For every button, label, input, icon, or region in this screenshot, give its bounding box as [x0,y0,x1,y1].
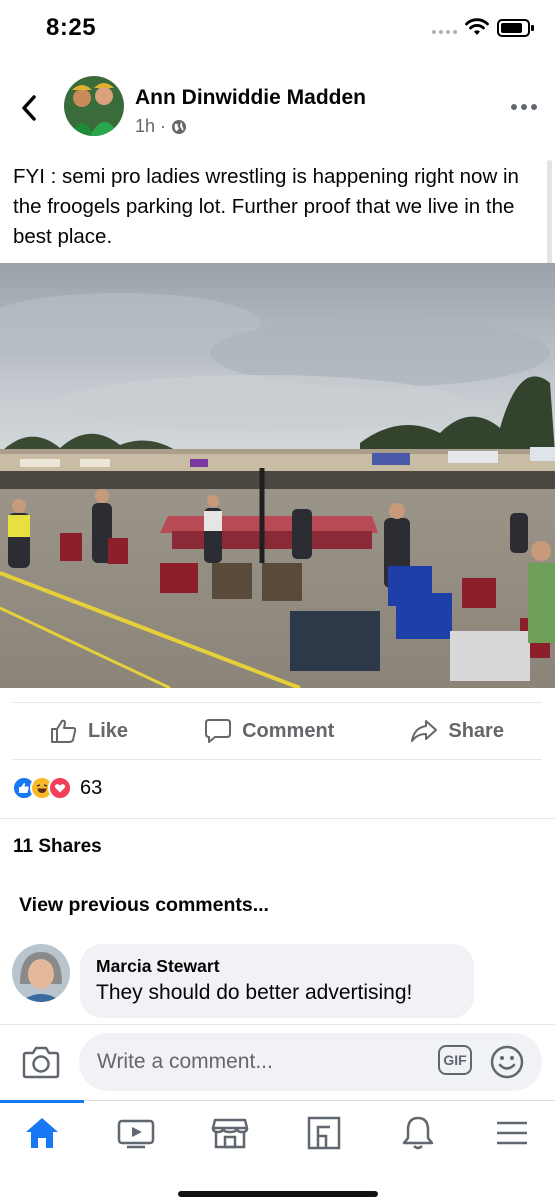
meta-separator: · [160,116,167,136]
comment-icon [205,719,232,743]
bottom-tab-bar [0,1100,555,1164]
more-options-icon[interactable] [511,104,537,110]
back-chevron-icon[interactable] [18,94,40,122]
author-avatar[interactable] [64,76,124,136]
wifi-icon [465,18,489,35]
author-name[interactable]: Ann Dinwiddie Madden [135,86,366,110]
battery-icon [497,19,534,37]
tab-watch[interactable] [116,1113,156,1153]
comment-input[interactable]: Write a comment... [79,1033,542,1091]
share-arrow-icon [411,720,438,742]
home-indicator[interactable] [178,1191,378,1197]
camera-icon[interactable] [22,1045,60,1079]
pages-icon [307,1116,341,1150]
post-text: FYI : semi pro ladies wrestling is happe… [13,165,519,248]
gif-icon[interactable]: GIF [438,1045,472,1075]
active-tab-indicator [0,1100,84,1103]
status-time: 8:25 [46,14,97,41]
emoji-icon[interactable] [490,1045,524,1079]
comment-label: Comment [242,719,335,742]
reaction-count: 63 [80,776,103,799]
scrollbar[interactable] [547,160,552,270]
tab-notifications[interactable] [398,1113,438,1153]
comment-text: They should do better advertising! [96,981,413,1004]
shares-count[interactable]: 11 Shares [13,836,102,858]
divider [0,818,555,819]
share-label: Share [448,719,504,742]
tab-marketplace[interactable] [210,1113,250,1153]
post-time[interactable]: 1h [135,116,155,137]
share-button[interactable]: Share [410,718,504,744]
reactions-summary[interactable]: 63 [12,776,102,800]
comment-item: Marcia Stewart They should do better adv… [12,944,542,1018]
video-icon [117,1119,155,1149]
tab-menu[interactable] [492,1113,532,1153]
comment-button[interactable]: Comment [204,718,334,744]
love-reaction-icon [48,776,72,800]
home-icon [26,1118,58,1148]
tab-home[interactable] [22,1113,62,1153]
commenter-name[interactable]: Marcia Stewart [96,956,458,977]
thumbs-up-icon [51,719,77,743]
post-header: Ann Dinwiddie Madden 1h · [0,72,555,142]
action-bar: Like Comment Share [12,702,542,760]
store-icon [211,1118,249,1149]
menu-icon [497,1121,527,1145]
signal-icon [432,30,457,34]
globe-icon [172,119,187,134]
view-previous-comments-link[interactable]: View previous comments... [19,894,269,917]
like-button[interactable]: Like [50,718,128,744]
post-photo[interactable] [0,263,555,688]
post-meta: 1h · [135,116,187,137]
comment-bubble[interactable]: Marcia Stewart They should do better adv… [80,944,474,1018]
tab-pages[interactable] [304,1113,344,1153]
commenter-avatar[interactable] [12,944,70,1002]
bell-icon [402,1116,434,1150]
like-label: Like [88,719,129,742]
status-bar: 8:25 [0,0,555,60]
